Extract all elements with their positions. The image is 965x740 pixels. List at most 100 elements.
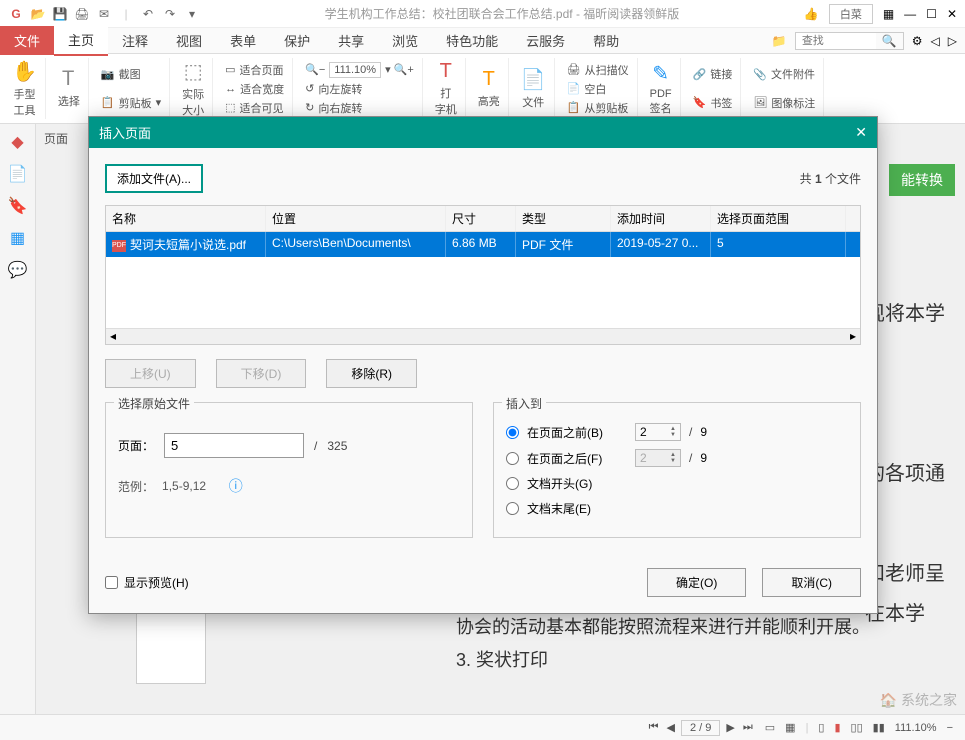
cancel-button[interactable]: 取消(C) xyxy=(762,568,861,597)
page-indicator[interactable]: 2 / 9 xyxy=(681,720,720,736)
col-name[interactable]: 名称 xyxy=(106,206,266,231)
remove-button[interactable]: 移除(R) xyxy=(326,359,417,388)
col-location[interactable]: 位置 xyxy=(266,206,446,231)
info-icon[interactable]: ⓘ xyxy=(229,476,243,496)
folder-icon[interactable]: 📁 xyxy=(772,34,787,48)
zoom-out-icon[interactable]: − xyxy=(947,722,953,734)
maximize-icon[interactable]: ☐ xyxy=(926,7,937,21)
rotate-right[interactable]: ↻ 向右旋转 xyxy=(305,99,414,117)
tab-protect[interactable]: 保护 xyxy=(270,26,324,55)
fit-width[interactable]: ↔ 适合宽度 xyxy=(225,80,284,98)
gear-icon[interactable]: ⚙ xyxy=(912,34,923,48)
rotate-left[interactable]: ↺ 向左旋转 xyxy=(305,80,414,98)
clipboard-tool[interactable]: 📋 剪贴板 ▾ xyxy=(101,94,161,112)
dialog-close-icon[interactable]: ✕ xyxy=(855,124,867,141)
screenshot-tool[interactable]: 📷 截图 xyxy=(101,65,161,83)
layout-4-icon[interactable]: ▮▮ xyxy=(873,721,885,734)
minimize-icon[interactable]: — xyxy=(904,7,916,21)
col-range[interactable]: 选择页面范围 xyxy=(711,206,846,231)
mail-icon[interactable]: ✉ xyxy=(96,6,112,22)
window-title: 学生机构工作总结：校社团联合会工作总结.pdf - 福昕阅读器领鲜版 xyxy=(200,5,804,22)
horizontal-scrollbar[interactable]: ◂▸ xyxy=(106,328,860,344)
tab-features[interactable]: 特色功能 xyxy=(432,26,512,55)
print-icon[interactable]: 🖨 xyxy=(74,6,90,22)
tab-share[interactable]: 共享 xyxy=(324,26,378,55)
table-row[interactable]: PDF契诃夫短篇小说选.pdf C:\Users\Ben\Documents\ … xyxy=(106,232,860,257)
move-down-button[interactable]: 下移(D) xyxy=(216,359,307,388)
bookmark-tool[interactable]: 🔖 书签 xyxy=(693,94,733,112)
tab-form[interactable]: 表单 xyxy=(216,26,270,55)
view-mode-1-icon[interactable]: ▭ xyxy=(765,721,775,734)
tab-annotate[interactable]: 注释 xyxy=(108,26,162,55)
prev-icon[interactable]: ◁ xyxy=(931,34,940,48)
layout-2-icon[interactable]: ▮ xyxy=(834,721,840,734)
typewriter-tool[interactable]: T打 字机 xyxy=(427,58,466,119)
fit-page[interactable]: ▭ 适合页面 xyxy=(225,61,284,79)
last-page-icon[interactable]: ⏭ xyxy=(741,721,755,734)
search-icon[interactable]: 🔍 xyxy=(876,34,903,48)
grid-icon[interactable]: ▦ xyxy=(883,7,894,21)
search-box[interactable]: 🔍 xyxy=(795,32,904,50)
thumbs-up-icon[interactable]: 👍 xyxy=(804,7,819,21)
side-comment-icon[interactable]: 💬 xyxy=(8,260,28,280)
from-clipboard[interactable]: 📋 从剪贴板 xyxy=(567,99,629,117)
layout-1-icon[interactable]: ▯ xyxy=(818,721,824,734)
insert-legend: 插入到 xyxy=(502,395,546,412)
source-legend: 选择原始文件 xyxy=(114,395,194,412)
first-page-icon[interactable]: ⏮ xyxy=(647,721,661,734)
move-up-button[interactable]: 上移(U) xyxy=(105,359,196,388)
actual-size[interactable]: ⬚实际 大小 xyxy=(174,58,213,119)
side-doc-icon[interactable]: 📄 xyxy=(8,164,28,184)
select-tool[interactable]: Ꭲ选择 xyxy=(50,58,89,119)
view-mode-2-icon[interactable]: ▦ xyxy=(785,721,795,734)
save-icon[interactable]: 💾 xyxy=(52,6,68,22)
tab-browse[interactable]: 浏览 xyxy=(378,26,432,55)
blank-page[interactable]: 📄 空白 xyxy=(567,80,629,98)
close-icon[interactable]: ✕ xyxy=(947,7,957,21)
file-table[interactable]: 名称 位置 尺寸 类型 添加时间 选择页面范围 PDF契诃夫短篇小说选.pdf … xyxy=(105,205,861,345)
side-thumbs-icon[interactable]: ▦ xyxy=(10,228,25,248)
image-annot[interactable]: 🖼 图像标注 xyxy=(753,94,815,112)
tab-home[interactable]: 主页 xyxy=(54,25,108,56)
tab-cloud[interactable]: 云服务 xyxy=(512,26,579,55)
side-bookmark-icon[interactable]: 🔖 xyxy=(8,196,28,216)
radio-before[interactable] xyxy=(506,426,519,439)
tab-file[interactable]: 文件 xyxy=(0,26,54,55)
layout-3-icon[interactable]: ▯▯ xyxy=(851,721,863,734)
radio-doc-end[interactable] xyxy=(506,502,519,515)
add-file-button[interactable]: 添加文件(A)... xyxy=(105,164,203,193)
attach-tool[interactable]: 📎 文件附件 xyxy=(753,65,815,83)
zoom-label[interactable]: 111.10% xyxy=(895,722,937,734)
panel-title: 页面 xyxy=(44,130,68,147)
ok-button[interactable]: 确定(O) xyxy=(647,568,746,597)
hand-tool[interactable]: ✋手型 工具 xyxy=(4,58,46,119)
tab-view[interactable]: 视图 xyxy=(162,26,216,55)
page-input[interactable] xyxy=(164,433,304,458)
tab-help[interactable]: 帮助 xyxy=(579,26,633,55)
user-box[interactable]: 白菜 xyxy=(829,4,873,24)
file-group[interactable]: 📄文件 xyxy=(513,58,555,119)
redo-icon[interactable]: ↷ xyxy=(162,6,178,22)
radio-doc-start[interactable] xyxy=(506,477,519,490)
search-input[interactable] xyxy=(796,33,876,49)
col-size[interactable]: 尺寸 xyxy=(446,206,516,231)
side-app-icon[interactable]: ◆ xyxy=(11,132,23,152)
next-page-icon[interactable]: ▶ xyxy=(724,721,736,734)
convert-button[interactable]: 能转换 xyxy=(889,164,955,196)
col-added[interactable]: 添加时间 xyxy=(611,206,711,231)
col-type[interactable]: 类型 xyxy=(516,206,611,231)
spinner-before[interactable]: 2▲▼ xyxy=(635,423,681,441)
from-scanner[interactable]: 🖨 从扫描仪 xyxy=(567,61,629,79)
next-icon[interactable]: ▷ xyxy=(948,34,957,48)
fit-visible[interactable]: ⬚ 适合可见 xyxy=(225,99,284,117)
pdf-sign[interactable]: ✎PDF 签名 xyxy=(642,58,681,119)
more-icon[interactable]: ▾ xyxy=(184,6,200,22)
open-icon[interactable]: 📂 xyxy=(30,6,46,22)
prev-page-icon[interactable]: ◀ xyxy=(665,721,677,734)
undo-icon[interactable]: ↶ xyxy=(140,6,156,22)
zoom-select[interactable]: 111.10% xyxy=(329,62,381,78)
link-tool[interactable]: 🔗 链接 xyxy=(693,65,733,83)
radio-after[interactable] xyxy=(506,452,519,465)
highlight-tool[interactable]: T高亮 xyxy=(470,58,509,119)
preview-checkbox[interactable]: 显示预览(H) xyxy=(105,574,189,591)
